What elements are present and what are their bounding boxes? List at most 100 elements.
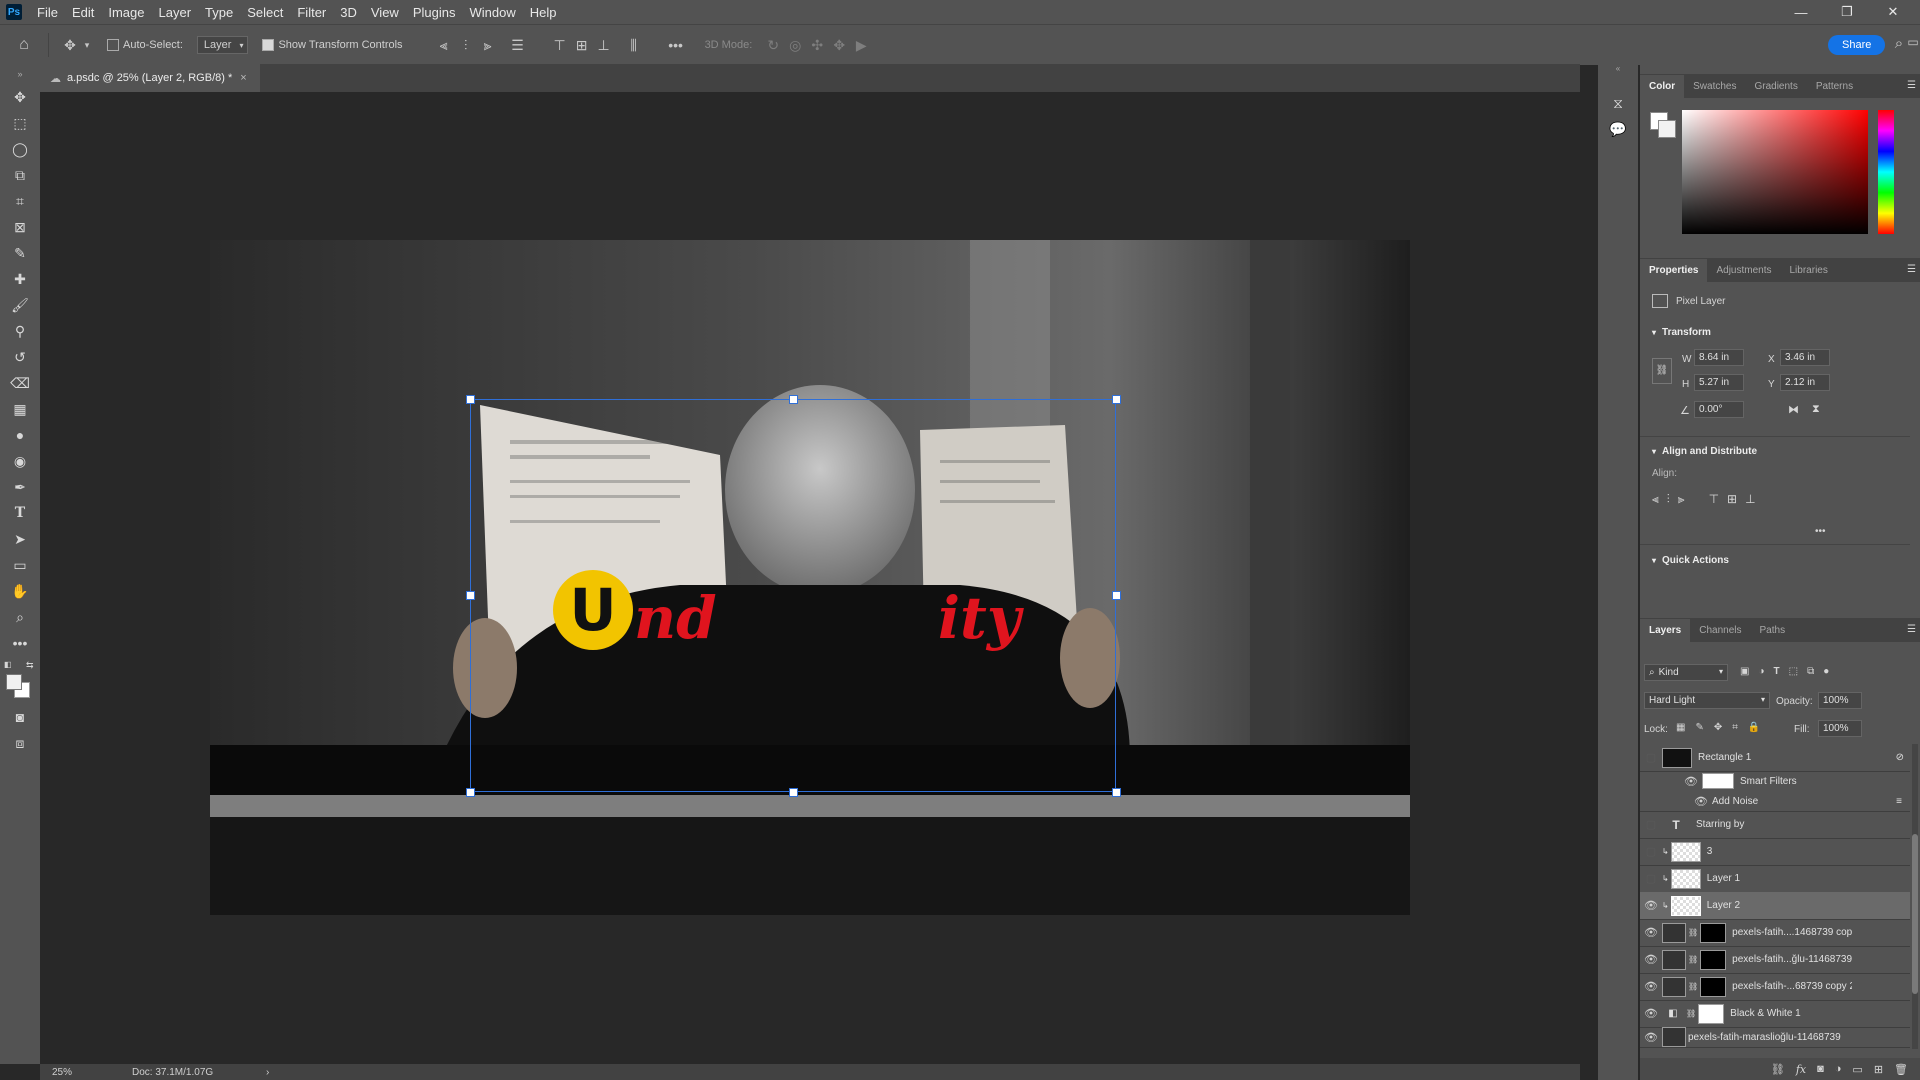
hue-slider[interactable] [1878, 110, 1894, 234]
menu-image[interactable]: Image [101, 5, 151, 20]
menu-help[interactable]: Help [523, 5, 564, 20]
visibility-off-icon[interactable]: ▢ [1640, 872, 1662, 885]
visibility-off-icon[interactable]: ▢ [1640, 751, 1662, 764]
eyedropper-tool-icon[interactable]: ✎ [0, 240, 40, 266]
flip-horizontal-icon[interactable]: ⧓ [1788, 403, 1799, 416]
document-tab[interactable]: ☁ a.psdc @ 25% (Layer 2, RGB/8) * × [40, 64, 260, 92]
filter-smart-object-icon[interactable]: ⧉ [1807, 666, 1814, 677]
align-bottom-icon[interactable]: ⊥ [593, 37, 615, 54]
lock-transparent-icon[interactable]: ▦ [1676, 722, 1685, 733]
transform-handle-top[interactable] [789, 395, 798, 404]
layer-row-pexels-original[interactable]: 👁 pexels-fatih-maraslioğlu-11468739 [1640, 1027, 1910, 1048]
lock-all-icon[interactable]: 🔒 [1748, 722, 1760, 733]
tab-color[interactable]: Color [1640, 75, 1685, 98]
more-options-icon[interactable]: ••• [1815, 526, 1826, 537]
color-swatches[interactable]: ◧ ⇆ [0, 656, 40, 704]
transform-handle-left[interactable] [466, 591, 475, 600]
tab-channels[interactable]: Channels [1690, 619, 1750, 642]
3d-roll-icon[interactable]: ◎ [784, 37, 806, 54]
restore-button[interactable]: ❐ [1824, 0, 1870, 24]
eye-icon[interactable]: 👁 [1640, 980, 1662, 993]
eye-icon[interactable]: 👁 [1640, 1031, 1662, 1044]
object-select-tool-icon[interactable]: ⧉ [0, 162, 40, 188]
align-section-header[interactable]: ▾ Align and Distribute [1652, 446, 1757, 457]
layers-scrollbar[interactable] [1912, 744, 1918, 1049]
layer-row-add-noise[interactable]: 👁 Add Noise ≡ [1640, 791, 1910, 812]
frame-tool-icon[interactable]: ⊠ [0, 214, 40, 240]
layer-row-rectangle-1[interactable]: ▢ Rectangle 1 ⊘ [1640, 744, 1910, 772]
show-transform-controls-checkbox[interactable]: Show Transform Controls [262, 39, 403, 51]
color-field[interactable] [1682, 110, 1868, 234]
layer-row-pexels-copy-2[interactable]: 👁 ⛓ pexels-fatih-...68739 copy 2 [1640, 973, 1910, 1001]
dodge-tool-icon[interactable]: ◉ [0, 448, 40, 474]
align-center-h-icon[interactable]: ⫶ [1667, 492, 1670, 507]
menu-window[interactable]: Window [462, 5, 522, 20]
align-middle-icon[interactable]: ⊞ [1727, 492, 1737, 507]
collapse-icon[interactable]: « [1598, 64, 1638, 78]
history-panel-icon[interactable]: ⧖ [1598, 90, 1638, 116]
close-tab-icon[interactable]: × [240, 72, 246, 84]
tab-paths[interactable]: Paths [1751, 619, 1795, 642]
layer-row-layer-2-selected[interactable]: 👁 ↳ Layer 2 [1640, 892, 1910, 920]
3d-slide-icon[interactable]: ✥ [828, 37, 850, 54]
menu-filter[interactable]: Filter [290, 5, 333, 20]
zoom-tool-icon[interactable]: ⌕ [0, 604, 40, 630]
fill-field[interactable]: 100% [1818, 720, 1862, 737]
panel-menu-icon[interactable]: ☰ [1907, 264, 1916, 275]
layer-row-layer-1[interactable]: ▢ ↳ Layer 1 [1640, 865, 1910, 893]
distribute-v-icon[interactable]: ⫼ [623, 37, 645, 54]
move-tool-icon[interactable]: ✥ [59, 37, 81, 54]
eye-icon[interactable]: 👁 [1640, 1007, 1662, 1020]
layer-row-black-and-white-1[interactable]: 👁 ◧ ⛓ Black & White 1 [1640, 1000, 1910, 1028]
menu-3d[interactable]: 3D [333, 5, 364, 20]
pen-tool-icon[interactable]: ✒ [0, 474, 40, 500]
y-field[interactable]: 2.12 in [1780, 374, 1830, 391]
minimize-button[interactable]: — [1778, 0, 1824, 24]
auto-select-target-dropdown[interactable]: Layer ▾ [196, 36, 249, 54]
new-adjustment-icon[interactable]: ◑ [1835, 1063, 1842, 1075]
share-button[interactable]: Share [1828, 35, 1886, 55]
align-top-icon[interactable]: ⊤ [549, 37, 571, 54]
crop-tool-icon[interactable]: ⌗ [0, 188, 40, 214]
eraser-tool-icon[interactable]: ⌫ [0, 370, 40, 396]
align-bottom-icon[interactable]: ⊥ [1745, 492, 1755, 507]
workspace-icon[interactable]: ▭ [1906, 35, 1920, 49]
lock-pixels-icon[interactable]: ✎ [1695, 722, 1703, 733]
default-colors-icon[interactable]: ◧ [4, 660, 12, 669]
menu-layer[interactable]: Layer [152, 5, 199, 20]
new-group-icon[interactable]: ▭ [1852, 1063, 1862, 1076]
more-options-icon[interactable]: ••• [665, 37, 687, 54]
opacity-field[interactable]: 100% [1818, 692, 1862, 709]
filter-adjustment-icon[interactable]: ◑ [1758, 666, 1764, 677]
tab-adjustments[interactable]: Adjustments [1707, 259, 1780, 282]
layer-row-pexels[interactable]: 👁 ⛓ pexels-fatih...ğlu-11468739 [1640, 946, 1910, 974]
foreground-color-swatch[interactable] [6, 674, 22, 690]
angle-field[interactable]: 0.00° [1694, 401, 1744, 418]
3d-orbit-icon[interactable]: ↻ [762, 37, 784, 54]
eye-icon[interactable]: 👁 [1640, 953, 1662, 966]
brush-tool-icon[interactable]: 🖌 [0, 292, 40, 318]
eye-icon[interactable]: 👁 [1640, 926, 1662, 939]
screen-mode-icon[interactable]: ⧈ [0, 730, 40, 756]
filter-shape-icon[interactable]: ⬚ [1789, 666, 1798, 677]
add-mask-icon[interactable]: ◙ [1817, 1063, 1824, 1075]
blend-mode-dropdown[interactable]: Hard Light ▾ [1644, 692, 1770, 709]
transform-handle-top-right[interactable] [1112, 395, 1121, 404]
transform-section-header[interactable]: ▾ Transform [1652, 327, 1711, 338]
width-field[interactable]: 8.64 in [1694, 349, 1744, 366]
transform-handle-bottom[interactable] [789, 788, 798, 797]
align-top-icon[interactable]: ⊤ [1709, 492, 1719, 507]
menu-type[interactable]: Type [198, 5, 240, 20]
lock-position-icon[interactable]: ✥ [1714, 722, 1722, 733]
status-menu-icon[interactable]: › [266, 1067, 269, 1078]
filter-options-icon[interactable]: ≡ [1896, 796, 1902, 807]
height-field[interactable]: 5.27 in [1694, 374, 1744, 391]
layer-row-3[interactable]: ▢ ↳ 3 [1640, 838, 1910, 866]
move-tool-icon[interactable]: ✥ [0, 84, 40, 110]
align-middle-icon[interactable]: ⊞ [571, 37, 593, 54]
link-icon[interactable]: ⛓ [1652, 358, 1672, 384]
lock-artboard-icon[interactable]: ⌗ [1732, 722, 1738, 733]
path-select-tool-icon[interactable]: ➤ [0, 526, 40, 552]
transform-bounding-box[interactable] [470, 399, 1116, 792]
flip-vertical-icon[interactable]: ⧗ [1812, 403, 1820, 416]
